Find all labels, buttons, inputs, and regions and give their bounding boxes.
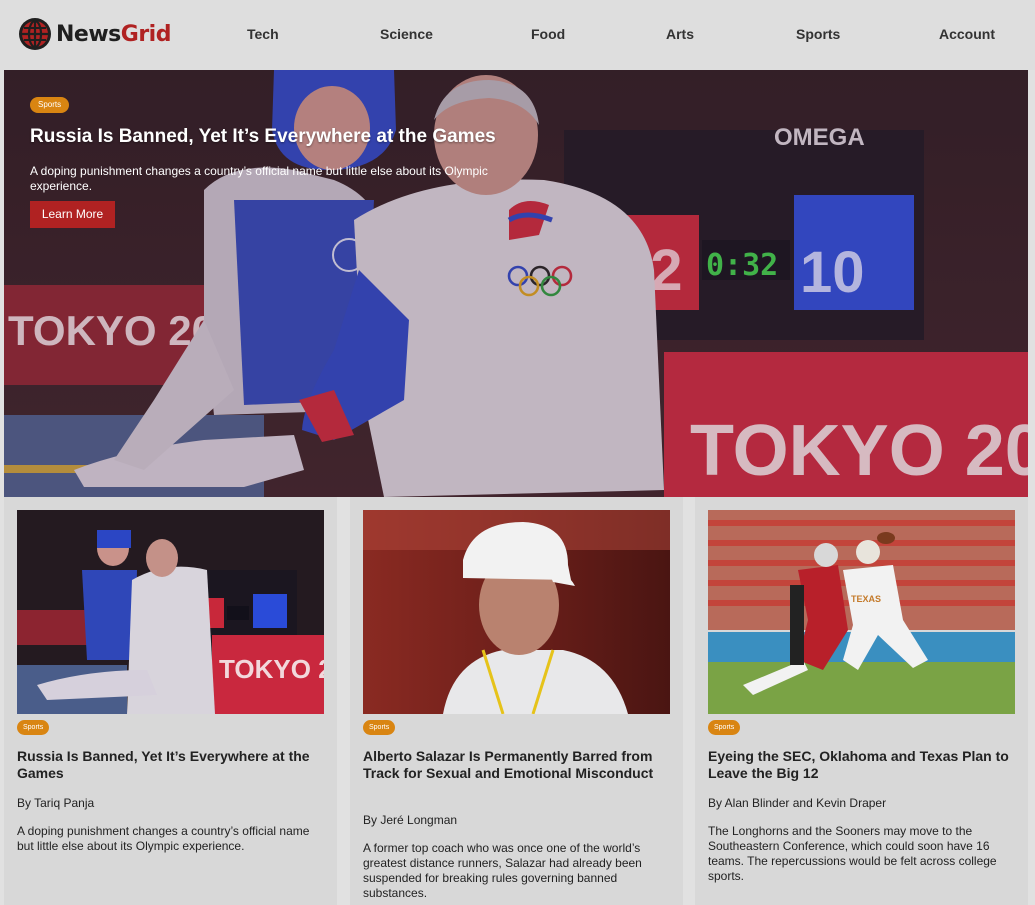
card-byline: By Jeré Longman [363,813,458,827]
site-header: NewsGrid Tech Science Food Arts Sports A… [0,0,1035,70]
site-logo[interactable]: NewsGrid [18,17,171,51]
hero-banner: TOKYO 2020 OMEGA 12 0:32 10 TOKYO 2020 [4,70,1028,497]
card-1-image-sign: TOKYO 2020 [219,654,324,684]
nav-item-arts[interactable]: Arts [666,26,694,42]
card-title[interactable]: Alberto Salazar Is Permanently Barred fr… [363,748,670,782]
card-byline: By Tariq Panja [17,796,95,810]
card-3-image-jersey: TEXAS [851,594,881,604]
logo-text: NewsGrid [56,22,171,47]
card-category-tag: Sports [17,720,50,735]
article-card[interactable]: TEXAS Sports Eyeing the SEC, Oklahoma an… [695,497,1028,905]
logo-text-grid: Grid [120,21,172,47]
nav-item-tech[interactable]: Tech [247,26,279,42]
card-category-tag: Sports [363,720,396,735]
nav-item-food[interactable]: Food [531,26,565,42]
card-description: The Longhorns and the Sooners may move t… [708,824,997,883]
article-image[interactable]: TOKYO 2020 [17,510,324,714]
article-image-art: TEXAS [708,510,1015,714]
article-image[interactable]: TEXAS [708,510,1015,714]
card-byline: By Alan Blinder and Kevin Draper [708,796,887,810]
card-description: A former top coach who was once one of t… [363,841,642,900]
hero-category-tag: Sports [30,97,70,113]
card-title[interactable]: Russia Is Banned, Yet It’s Everywhere at… [17,748,324,782]
article-image[interactable] [363,510,670,714]
article-image-art: TOKYO 2020 [17,510,324,714]
article-card[interactable]: TOKYO 2020 Sports Russia Is Banned, Yet … [4,497,337,905]
globe-icon [19,18,51,50]
logo-text-news: News [56,21,121,47]
hero-description: A doping punishment changes a country’s … [30,164,488,193]
article-card[interactable]: Sports Alberto Salazar Is Permanently Ba… [350,497,683,905]
card-title[interactable]: Eyeing the SEC, Oklahoma and Texas Plan … [708,748,1015,782]
hero-title: Russia Is Banned, Yet It’s Everywhere at… [30,126,496,147]
nav-item-science[interactable]: Science [380,26,433,42]
article-image-art [363,510,670,714]
learn-more-button[interactable]: Learn More [30,201,115,228]
nav-item-account[interactable]: Account [939,26,995,42]
card-description: A doping punishment changes a country’s … [17,824,310,853]
nav-item-sports[interactable]: Sports [796,26,840,42]
card-category-tag: Sports [708,720,741,735]
